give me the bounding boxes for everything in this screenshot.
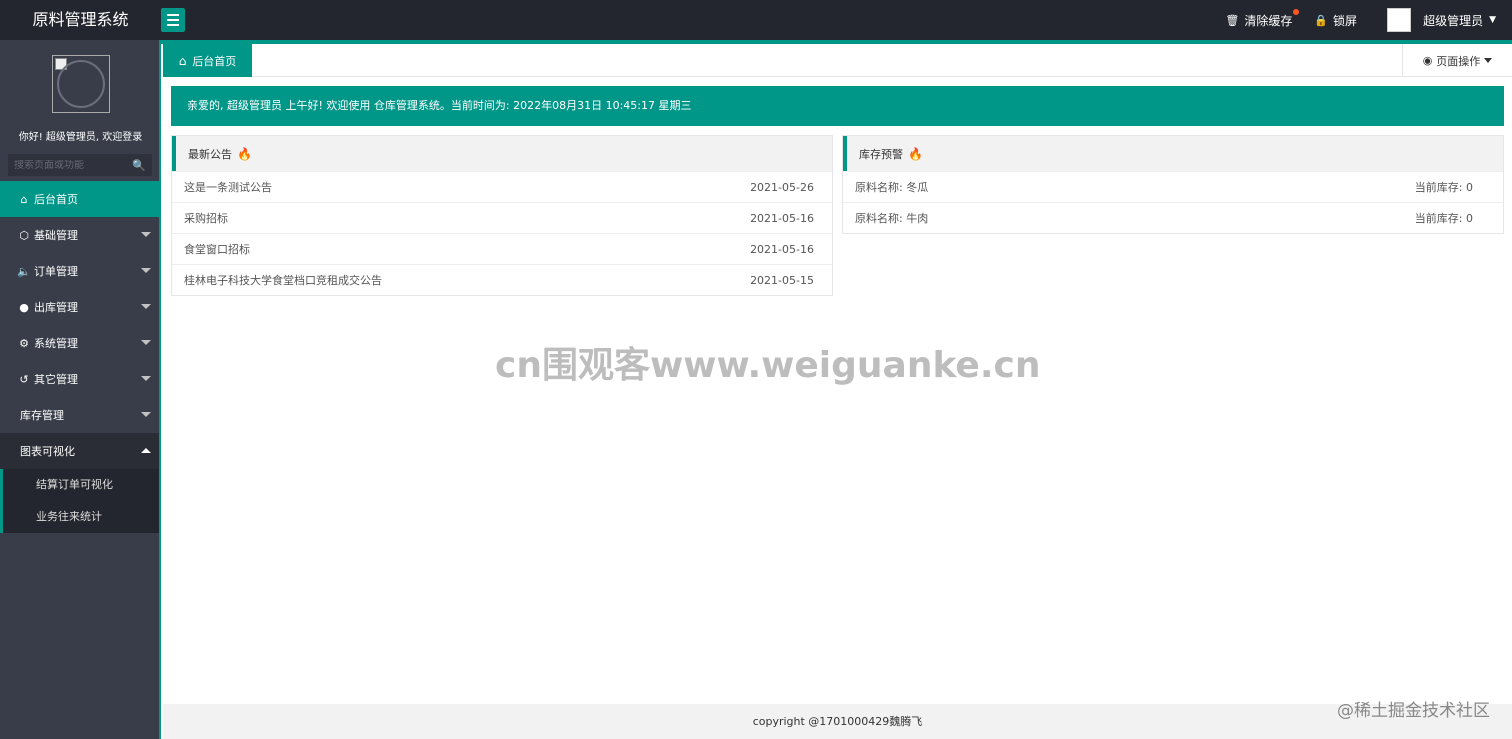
sidebar-item-other[interactable]: ↺ 其它管理 [0, 361, 159, 397]
welcome-banner: 亲爱的, 超级管理员 上午好! 欢迎使用 仓库管理系统。当前时间为: 2022年… [171, 86, 1504, 126]
caret-down-icon: ▼ [1489, 15, 1496, 25]
panel-title: 库存预警 [859, 147, 903, 161]
notice-title: 这是一条测试公告 [184, 181, 272, 194]
fire-icon: 🔥 [237, 146, 252, 161]
sidebar: 你好! 超级管理员, 欢迎登录 🔍 ⌂ 后台首页 ⬡ 基础管理 🔈 订单管理 ●… [0, 40, 161, 739]
sidebar-item-system[interactable]: ⚙ 系统管理 [0, 325, 159, 361]
page-operations-label: 页面操作 [1436, 54, 1481, 68]
chevron-down-icon [141, 376, 151, 381]
sidebar-item-label: 出库管理 [34, 301, 78, 314]
chevron-down-icon [141, 412, 151, 417]
fire-icon: 🔥 [908, 146, 923, 161]
search-input[interactable] [14, 159, 124, 171]
list-item[interactable]: 食堂窗口招标 2021-05-16 [172, 233, 832, 264]
header-actions: 🗑 清除缓存 🔒 锁屏 超级管理员 ▼ [1203, 0, 1496, 40]
radio-dot-icon: ◉ [1422, 54, 1433, 67]
lock-screen-button[interactable]: 🔒 锁屏 [1314, 12, 1357, 29]
user-menu[interactable]: 超级管理员 ▼ [1387, 8, 1496, 32]
sidebar-item-charts[interactable]: 图表可视化 [0, 433, 159, 469]
sidebar-group-charts: 图表可视化 结算订单可视化 业务往来统计 [0, 433, 159, 533]
sidebar-item-label: 库存管理 [20, 409, 64, 422]
notice-title: 桂林电子科技大学食堂档口竞租成交公告 [184, 274, 382, 287]
sidebar-item-outbound[interactable]: ● 出库管理 [0, 289, 159, 325]
lock-icon: 🔒 [1314, 13, 1329, 27]
avatar [1387, 8, 1412, 32]
sidebar-item-inventory[interactable]: 库存管理 [0, 397, 159, 433]
cycle-icon: ↺ [19, 372, 29, 386]
stock-alert-panel: 库存预警 🔥 原料名称: 冬瓜 当前库存: 0 原料名称: 牛肉 当前库存: 0 [842, 135, 1504, 234]
tab-bar: ⌂ 后台首页 ◉ 页面操作 [163, 44, 1512, 77]
sidebar-subitem-settlement[interactable]: 结算订单可视化 [0, 469, 159, 501]
material-name: 原料名称: 冬瓜 [855, 181, 929, 194]
hamburger-icon [167, 14, 179, 16]
sidebar-item-home[interactable]: ⌂ 后台首页 [0, 181, 159, 217]
notification-dot [1293, 8, 1300, 15]
watermark-text: cn围观客www.weiguanke.cn [495, 345, 1041, 386]
tab-home[interactable]: ⌂ 后台首页 [163, 44, 252, 77]
sidebar-item-label: 基础管理 [34, 229, 78, 242]
cube-icon: ⬡ [19, 228, 29, 242]
notices-panel: 最新公告 🔥 这是一条测试公告 2021-05-26 采购招标 2021-05-… [171, 135, 833, 296]
copyright-text: copyright @1701000429魏腾飞 [752, 715, 923, 728]
clear-cache-button[interactable]: 🗑 清除缓存 [1225, 8, 1300, 29]
sidebar-item-label: 图表可视化 [20, 445, 75, 458]
chevron-down-icon [141, 268, 151, 273]
current-stock: 当前库存: 0 [1414, 181, 1473, 194]
list-item[interactable]: 这是一条测试公告 2021-05-26 [172, 171, 832, 202]
home-icon: ⌂ [20, 192, 28, 206]
notice-title: 食堂窗口招标 [184, 243, 250, 256]
sidebar-item-label: 其它管理 [34, 373, 78, 386]
home-icon: ⌂ [178, 53, 187, 68]
notice-date: 2021-05-15 [750, 273, 814, 287]
trash-icon: 🗑 [1225, 13, 1240, 27]
chat-icon: ● [19, 300, 29, 314]
sidebar-item-label: 后台首页 [34, 193, 78, 206]
current-stock: 当前库存: 0 [1414, 212, 1473, 225]
sidebar-submenu: 结算订单可视化 业务往来统计 [0, 469, 159, 533]
chevron-up-icon [141, 448, 151, 453]
sound-icon: 🔈 [17, 264, 31, 278]
sidebar-item-label: 系统管理 [34, 337, 78, 350]
panel-title: 最新公告 [188, 147, 232, 161]
sidebar-search[interactable]: 🔍 [8, 154, 152, 176]
caret-down-icon [1484, 58, 1493, 63]
list-item[interactable]: 桂林电子科技大学食堂档口竞租成交公告 2021-05-15 [172, 264, 832, 295]
material-name: 原料名称: 牛肉 [855, 212, 929, 225]
notice-title: 采购招标 [184, 212, 228, 225]
panel-header: 库存预警 🔥 [843, 136, 1503, 171]
notice-date: 2021-05-26 [750, 180, 814, 194]
clear-cache-label: 清除缓存 [1244, 13, 1293, 28]
top-header: 原料管理系统 🗑 清除缓存 🔒 锁屏 超级管理员 ▼ [0, 0, 1512, 40]
gear-icon: ⚙ [19, 336, 29, 350]
tab-home-label: 后台首页 [192, 54, 237, 68]
app-title: 原料管理系统 [32, 10, 129, 29]
chevron-down-icon [141, 232, 151, 237]
notice-date: 2021-05-16 [750, 211, 814, 225]
notice-date: 2021-05-16 [750, 242, 814, 256]
chevron-down-icon [141, 340, 151, 345]
list-item: 原料名称: 冬瓜 当前库存: 0 [843, 171, 1503, 202]
welcome-text: 你好! 超级管理员, 欢迎登录 [18, 132, 143, 143]
panel-header: 最新公告 🔥 [172, 136, 832, 171]
chevron-down-icon [141, 304, 151, 309]
page-operations-dropdown[interactable]: ◉ 页面操作 [1402, 44, 1512, 77]
user-name: 超级管理员 [1423, 13, 1484, 28]
list-item[interactable]: 采购招标 2021-05-16 [172, 202, 832, 233]
sidebar-item-orders[interactable]: 🔈 订单管理 [0, 253, 159, 289]
list-item: 原料名称: 牛肉 当前库存: 0 [843, 202, 1503, 233]
menu-toggle-button[interactable] [161, 8, 185, 32]
user-avatar [52, 55, 110, 113]
lock-screen-label: 锁屏 [1333, 13, 1358, 28]
sidebar-nav: ⌂ 后台首页 ⬡ 基础管理 🔈 订单管理 ● 出库管理 ⚙ 系统管理 ↺ 其它管… [0, 181, 159, 533]
search-icon[interactable]: 🔍 [132, 159, 146, 172]
footer: copyright @1701000429魏腾飞 [163, 704, 1512, 739]
sidebar-item-basic[interactable]: ⬡ 基础管理 [0, 217, 159, 253]
platform-watermark: @稀土掘金技术社区 [1337, 701, 1490, 721]
sidebar-subitem-business[interactable]: 业务往来统计 [0, 501, 159, 533]
sidebar-item-label: 订单管理 [34, 265, 78, 278]
